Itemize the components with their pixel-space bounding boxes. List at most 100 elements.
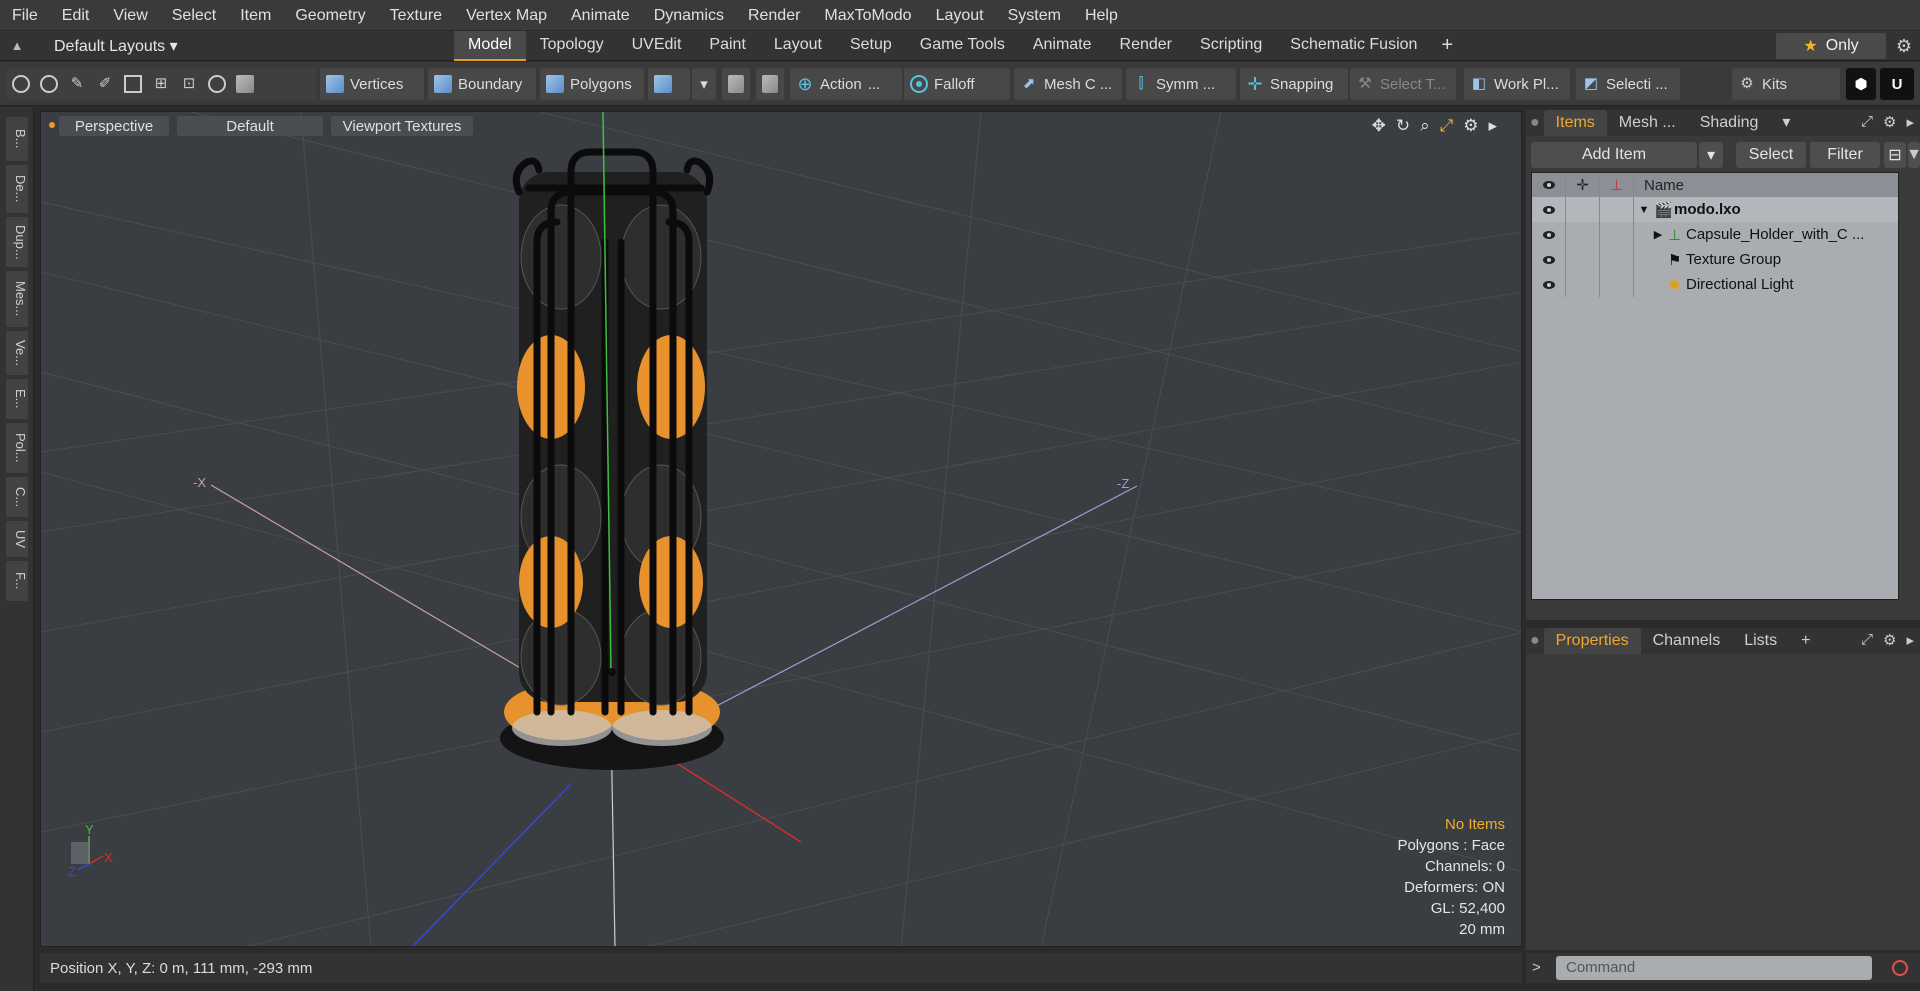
tab-animate[interactable]: Animate	[1019, 31, 1106, 61]
menu-file[interactable]: File	[0, 0, 50, 31]
viewport-menu-dot[interactable]	[49, 122, 55, 128]
add-item-button[interactable]: Add Item	[1531, 142, 1697, 168]
panel-tabs-chevron-icon[interactable]: ▾	[1770, 110, 1802, 136]
menu-help[interactable]: Help	[1073, 0, 1130, 31]
shading-mode-button[interactable]: Default	[177, 116, 323, 136]
tab-schematic-fusion[interactable]: Schematic Fusion	[1276, 31, 1431, 61]
viewport-textures-button[interactable]: Viewport Textures	[331, 116, 473, 136]
menu-edit[interactable]: Edit	[50, 0, 102, 31]
action-axis-button[interactable]	[756, 68, 784, 100]
tab-paint[interactable]: Paint	[695, 31, 759, 61]
left-tab-edge[interactable]: E...	[6, 379, 28, 419]
menu-texture[interactable]: Texture	[378, 0, 454, 31]
left-tab-vertex[interactable]: Ve...	[6, 331, 28, 375]
row-visibility-toggle[interactable]	[1532, 222, 1566, 247]
left-tab-polygon[interactable]: Pol...	[6, 423, 28, 473]
left-tab-deform[interactable]: De...	[6, 165, 28, 213]
select-button[interactable]: Select	[1736, 142, 1806, 168]
menu-item[interactable]: Item	[228, 0, 283, 31]
pan-move-icon[interactable]: ✥	[1372, 116, 1386, 136]
tab-layout[interactable]: Layout	[760, 31, 836, 61]
menu-animate[interactable]: Animate	[559, 0, 642, 31]
menu-vertex-map[interactable]: Vertex Map	[454, 0, 559, 31]
globe-icon[interactable]	[40, 75, 58, 93]
tab-items[interactable]: Items	[1543, 110, 1607, 136]
circle-select-icon[interactable]	[12, 75, 30, 93]
collapse-icon[interactable]: ⊟	[1884, 142, 1906, 168]
maximize-icon[interactable]: ⤢	[1440, 116, 1454, 136]
row-visibility-toggle[interactable]	[1532, 197, 1566, 222]
menu-dynamics[interactable]: Dynamics	[642, 0, 736, 31]
row-visibility-toggle[interactable]	[1532, 272, 1566, 297]
left-tab-uv[interactable]: UV	[6, 521, 28, 557]
tab-topology[interactable]: Topology	[526, 31, 618, 61]
tab-game-tools[interactable]: Game Tools	[906, 31, 1019, 61]
rotate-icon[interactable]: ↻	[1396, 116, 1410, 136]
expand-arrow-icon[interactable]: ▶	[1648, 228, 1668, 241]
action-center-button[interactable]	[722, 68, 750, 100]
funnel-filter-icon[interactable]: ▼	[1906, 142, 1920, 168]
name-column-header[interactable]: Name	[1634, 177, 1684, 194]
lock-column-header[interactable]: ✛	[1566, 173, 1600, 197]
tab-shading[interactable]: Shading	[1688, 110, 1771, 136]
tab-model[interactable]: Model	[454, 30, 526, 61]
left-tab-duplicate[interactable]: Dup...	[6, 217, 28, 267]
layout-arrow-icon[interactable]: ▲	[0, 38, 34, 53]
menu-maxtomodo[interactable]: MaxToModo	[812, 0, 923, 31]
menu-view[interactable]: View	[101, 0, 159, 31]
visibility-column-header[interactable]	[1532, 173, 1566, 197]
viewport-scene[interactable]	[41, 112, 1522, 947]
select-tool-button[interactable]: ⚒ Select T...	[1350, 68, 1456, 100]
tab-mesh[interactable]: Mesh ...	[1607, 110, 1688, 136]
panel-dot-icon[interactable]: ●	[1526, 110, 1544, 136]
tab-scripting[interactable]: Scripting	[1186, 31, 1276, 61]
boundary-button[interactable]: Boundary	[428, 68, 536, 100]
menu-layout[interactable]: Layout	[924, 0, 996, 31]
left-tab-curve[interactable]: C...	[6, 477, 28, 517]
record-macro-icon[interactable]	[1892, 960, 1908, 976]
tab-setup[interactable]: Setup	[836, 31, 906, 61]
symmetry-button[interactable]: ⫿ Symm ...	[1126, 68, 1236, 100]
item-row-directional-light[interactable]: ✹ Directional Light	[1532, 272, 1898, 297]
tab-channels[interactable]: Channels	[1641, 628, 1733, 654]
only-toggle-button[interactable]: ★ Only	[1776, 33, 1886, 59]
row-visibility-toggle[interactable]	[1532, 247, 1566, 272]
play-arrow-icon[interactable]: ▸	[1488, 116, 1497, 136]
expand-panel-icon[interactable]: ⤢	[1861, 631, 1873, 649]
grid-icon[interactable]: ⊞	[152, 75, 170, 93]
unity-button[interactable]: ⬢	[1846, 68, 1876, 100]
item-row-texture-group[interactable]: ⚑ Texture Group	[1532, 247, 1898, 272]
workplane-button[interactable]: ◧ Work Pl...	[1464, 68, 1570, 100]
polygons-button[interactable]: Polygons	[540, 68, 644, 100]
zoom-search-icon[interactable]: ⌕	[1420, 116, 1430, 136]
left-tab-basic[interactable]: B...	[6, 117, 28, 161]
3d-viewport[interactable]: -X -Z X Y Z Perspective Default Viewport…	[40, 111, 1522, 947]
add-panel-tab-plus-icon[interactable]: +	[1789, 628, 1822, 654]
panel-dot-icon[interactable]: ●	[1526, 628, 1544, 654]
left-tab-mesh-edit[interactable]: Mes...	[6, 271, 28, 327]
filter-button[interactable]: Filter	[1810, 142, 1880, 168]
menu-geometry[interactable]: Geometry	[283, 0, 377, 31]
tab-uvedit[interactable]: UVEdit	[618, 31, 696, 61]
mode-dropdown[interactable]: ▾	[692, 68, 716, 100]
item-row-scene[interactable]: ▼ 🎬 modo.lxo	[1532, 197, 1898, 222]
tab-properties[interactable]: Properties	[1543, 628, 1641, 654]
gear-icon[interactable]: ⚙	[1896, 36, 1912, 57]
brush-icon[interactable]: ✐	[96, 75, 114, 93]
menu-select[interactable]: Select	[160, 0, 228, 31]
panel-arrow-icon[interactable]: ▸	[1906, 113, 1914, 131]
item-mode-icon[interactable]	[236, 75, 254, 93]
command-input[interactable]: Command	[1556, 956, 1872, 980]
tab-lists[interactable]: Lists	[1732, 628, 1789, 654]
menu-render[interactable]: Render	[736, 0, 812, 31]
pen-icon[interactable]: ✎	[68, 75, 86, 93]
tab-render[interactable]: Render	[1106, 31, 1186, 61]
sphere-icon[interactable]	[208, 75, 226, 93]
selection-sets-button[interactable]: ◩ Selecti ...	[1576, 68, 1680, 100]
material-mode-button[interactable]	[648, 68, 690, 100]
perspective-view-button[interactable]: Perspective	[59, 116, 169, 136]
falloff-button[interactable]: Falloff	[904, 68, 1010, 100]
left-tab-fusion[interactable]: F...	[6, 561, 28, 601]
mesh-constraint-button[interactable]: ⬈ Mesh C ...	[1014, 68, 1122, 100]
panel-gear-icon[interactable]: ⚙	[1883, 113, 1896, 131]
